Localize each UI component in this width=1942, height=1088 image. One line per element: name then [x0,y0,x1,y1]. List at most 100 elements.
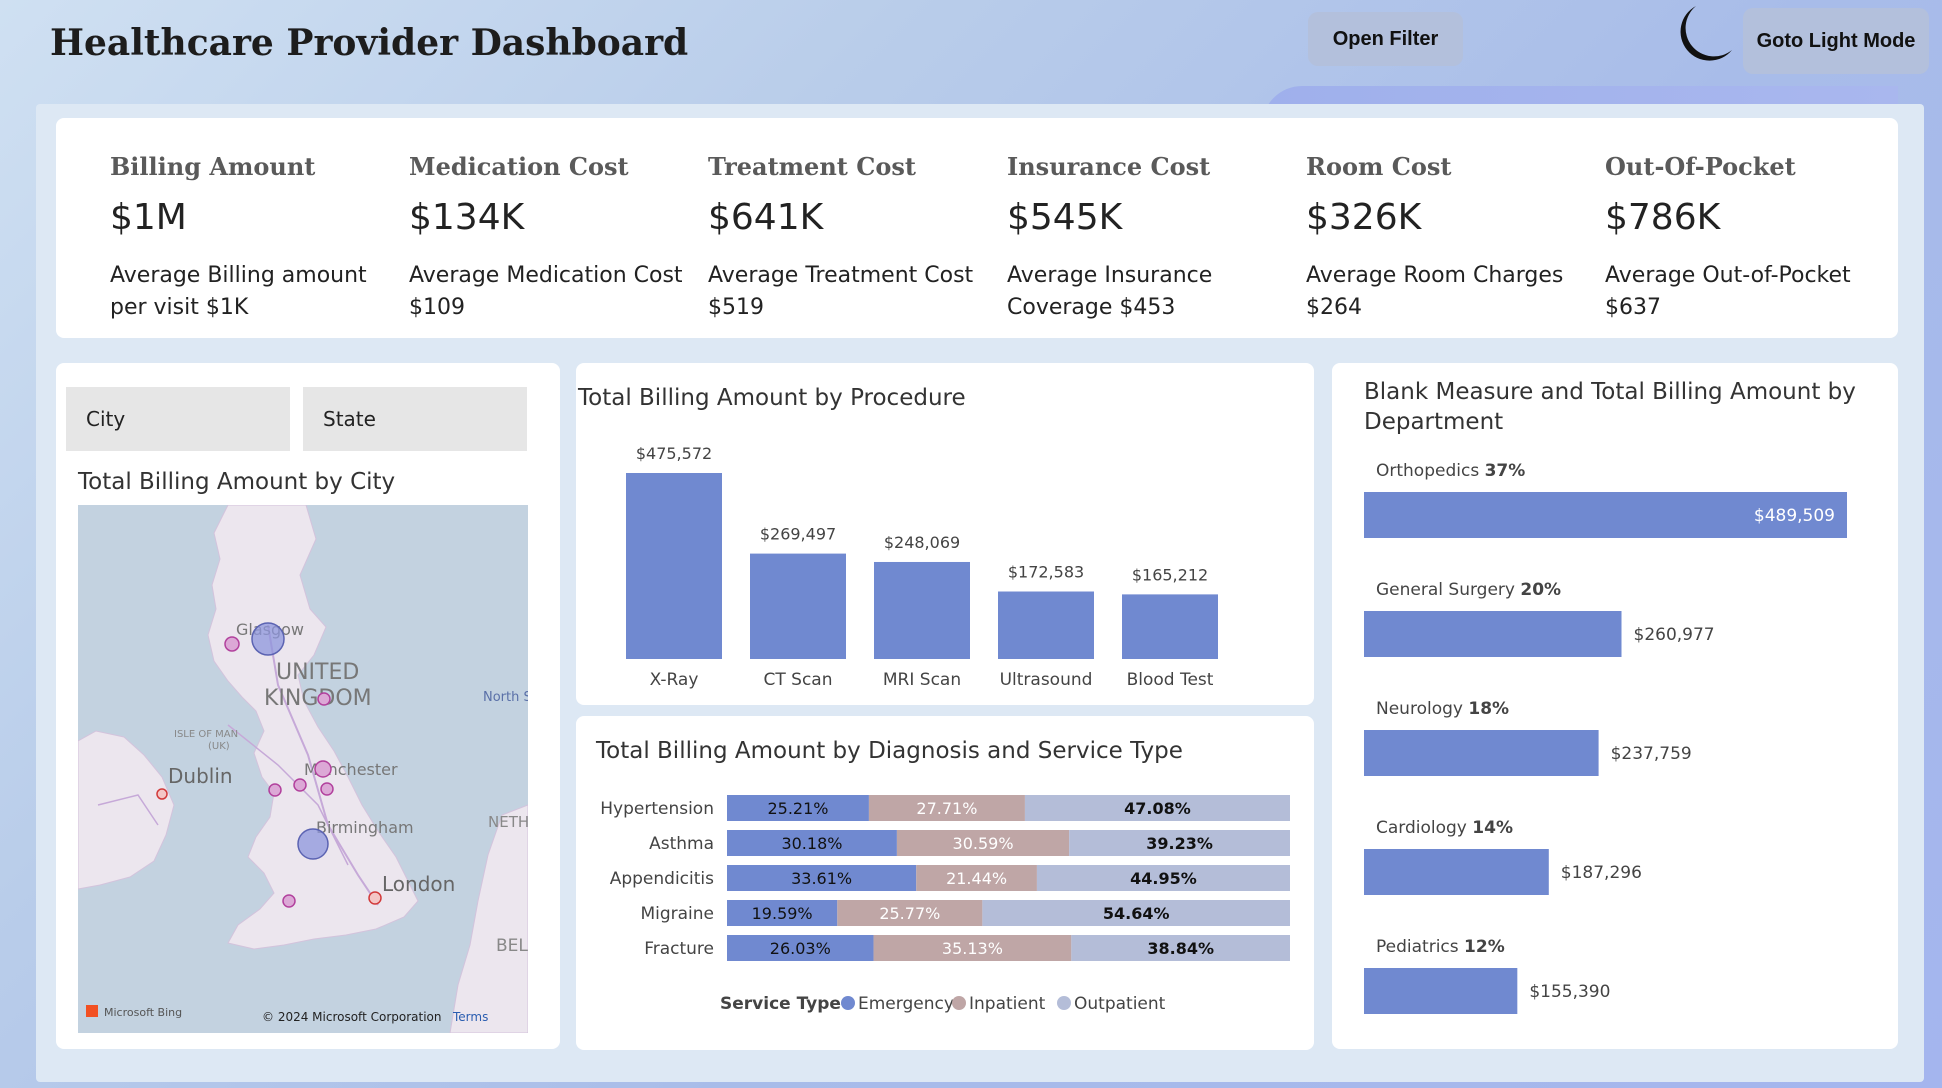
map-copyright: © 2024 Microsoft Corporation [262,1010,441,1024]
department-label: Neurology 18% [1376,699,1509,719]
department-label: Cardiology 14% [1376,818,1513,838]
procedure-bar[interactable] [998,591,1094,659]
map-bubble[interactable] [314,760,332,778]
procedure-chart-card: Total Billing Amount by Procedure $475,5… [576,363,1314,705]
kpi-title: Treatment Cost [708,152,916,181]
kpi-value: $134K [409,197,525,238]
map-bubble[interactable] [156,788,168,800]
kpi-value: $1M [110,197,187,238]
kpi-subtext: Average Billing amount per visit $1K [110,263,367,320]
map-canvas: Glasgow UNITED KINGDOM North S ISLE OF M… [78,505,528,1033]
department-bar[interactable] [1364,849,1549,895]
diagnosis-data-label: 26.03% [770,939,831,958]
diagnosis-category-label: Migraine [640,904,714,924]
procedure-bar[interactable] [1122,594,1218,659]
light-mode-button[interactable]: Goto Light Mode [1743,8,1929,74]
city-slicer[interactable]: City [66,387,290,451]
map-bubble[interactable] [297,828,329,860]
map-terms-link[interactable]: Terms [452,1010,488,1024]
legend-item[interactable]: Emergency [858,994,954,1014]
department-data-label: $237,759 [1611,744,1692,764]
diagnosis-category-label: Appendicitis [610,869,714,889]
map-bubble[interactable] [293,778,307,792]
legend-swatch[interactable] [841,996,855,1010]
map-label-uk: (UK) [208,741,230,752]
procedure-bar[interactable] [626,473,722,659]
bing-logo-icon [86,1005,98,1017]
land-continent [449,804,528,1033]
map-bubble[interactable] [268,783,282,797]
diagnosis-category-label: Asthma [649,834,714,854]
procedure-chart-title: Total Billing Amount by Procedure [577,385,966,411]
kpi-title: Room Cost [1306,152,1452,181]
map-bubble[interactable] [320,782,334,796]
procedure-bar[interactable] [750,553,846,659]
diagnosis-data-label: 30.59% [953,834,1014,853]
procedure-category-label: X-Ray [650,670,699,690]
diagnosis-data-label: 25.21% [767,799,828,818]
moon-icon[interactable] [1672,4,1734,66]
kpi-subtext: Average Treatment Cost $519 [708,263,974,320]
map-label-united: UNITED [276,660,359,685]
department-bar[interactable] [1364,611,1622,657]
diagnosis-data-label: 27.71% [916,799,977,818]
map-bubble[interactable] [368,891,382,905]
legend-title: Service Type [720,994,841,1014]
map-bubble[interactable] [282,894,296,908]
kpi-card: Billing Amount $1M Average Billing amoun… [56,118,1898,338]
kpi-subtext: Average Room Charges $264 [1306,263,1564,320]
map-bubble[interactable] [251,622,285,656]
procedure-data-label: $475,572 [636,444,712,463]
kpi-room: Room Cost $326K Average Room Charges $26… [1306,152,1596,324]
kpi-value: $641K [708,197,824,238]
diagnosis-data-label: 47.08% [1124,799,1191,818]
department-chart-card: Blank Measure and Total Billing Amount b… [1332,363,1898,1049]
kpi-treatment: Treatment Cost $641K Average Treatment C… [708,152,998,324]
department-bar[interactable] [1364,968,1518,1014]
procedure-category-label: Blood Test [1127,670,1214,690]
map-bubble[interactable] [224,636,240,652]
department-data-label: $260,977 [1634,625,1715,645]
diagnosis-data-label: 35.13% [942,939,1003,958]
procedure-category-label: MRI Scan [883,670,961,690]
department-label: Orthopedics 37% [1376,461,1525,481]
map-title: Total Billing Amount by City [78,469,396,495]
procedure-category-label: Ultrasound [1000,670,1093,690]
diagnosis-data-label: 30.18% [781,834,842,853]
diagnosis-data-label: 38.84% [1147,939,1214,958]
diagnosis-data-label: 39.23% [1146,834,1213,853]
map-label-bel: BEL [496,936,528,956]
diagnosis-data-label: 19.59% [752,904,813,923]
department-chart: Blank Measure and Total Billing Amount b… [1364,379,1856,1014]
procedure-bar[interactable] [874,561,970,659]
kpi-out-of-pocket: Out-Of-Pocket $786K Average Out-of-Pocke… [1605,152,1895,324]
map-bubble[interactable] [317,692,331,706]
kpi-insurance: Insurance Cost $545K Average Insurance C… [1007,152,1297,324]
open-filter-button[interactable]: Open Filter [1308,12,1463,66]
kpi-subtext: Average Insurance Coverage $453 [1007,263,1213,320]
kpi-value: $786K [1605,197,1721,238]
kpi-medication: Medication Cost $134K Average Medication… [409,152,699,324]
kpi-title: Insurance Cost [1007,152,1211,181]
procedure-data-label: $165,212 [1132,565,1208,584]
department-label: Pediatrics 12% [1376,937,1505,957]
map-label-london: London [382,872,455,896]
state-slicer[interactable]: State [303,387,527,451]
kpi-billing: Billing Amount $1M Average Billing amoun… [110,152,400,324]
department-data-label: $155,390 [1529,982,1610,1002]
map-card: City State Total Billing Amount by City … [56,363,560,1049]
legend-swatch[interactable] [1057,996,1071,1010]
diagnosis-data-label: 33.61% [791,869,852,888]
diagnosis-chart: Total Billing Amount by Diagnosis and Se… [595,738,1290,1014]
department-data-label: $489,509 [1754,506,1835,526]
diagnosis-data-label: 54.64% [1103,904,1170,923]
map-label-isle-of-man: ISLE OF MAN [174,729,238,740]
map-label-north-sea: North S [483,690,528,705]
legend-swatch[interactable] [952,996,966,1010]
kpi-title: Out-Of-Pocket [1605,152,1796,181]
legend-item[interactable]: Outpatient [1074,994,1166,1014]
department-bar[interactable] [1364,730,1599,776]
city-map[interactable]: Glasgow UNITED KINGDOM North S ISLE OF M… [78,505,528,1033]
page-title: Healthcare Provider Dashboard [50,22,689,64]
legend-item[interactable]: Inpatient [969,994,1046,1014]
